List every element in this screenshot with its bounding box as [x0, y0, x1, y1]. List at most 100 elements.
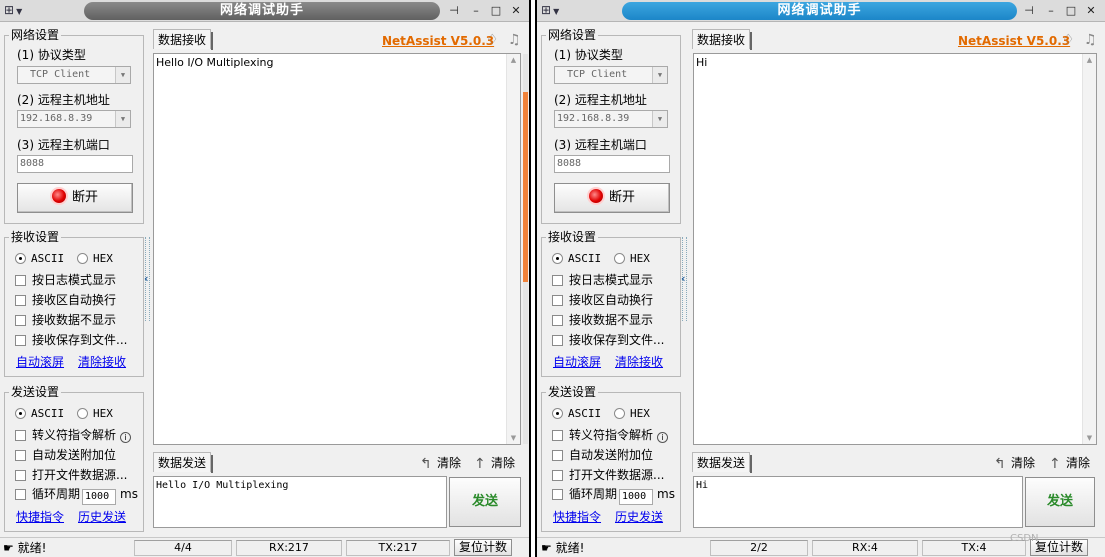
pin-icon[interactable]: ⊣: [1021, 3, 1037, 19]
maximize-icon[interactable]: □: [488, 3, 504, 19]
port-input[interactable]: 8088: [554, 155, 670, 173]
send-ascii-radio[interactable]: ASCII: [15, 407, 64, 421]
chevron-down-icon[interactable]: ▼: [652, 111, 667, 127]
send-ascii-radio[interactable]: ASCII: [552, 407, 601, 421]
append-bits-checkbox[interactable]: 自动发送附加位: [15, 448, 116, 462]
port-input[interactable]: 8088: [17, 155, 133, 173]
group-title: 网络设置: [9, 28, 62, 42]
escape-parse-checkbox[interactable]: 转义符指令解析 i: [15, 428, 132, 443]
info-icon[interactable]: i: [120, 432, 132, 443]
protocol-label: (1) 协议类型: [554, 48, 623, 62]
minimize-icon[interactable]: –: [1043, 3, 1059, 19]
window-title: 网络调试助手: [622, 2, 1017, 20]
app-icon[interactable]: ⊞ ▼: [541, 3, 565, 18]
host-value: 192.168.8.39: [557, 113, 630, 124]
clear-receive-link[interactable]: 清除接收: [78, 355, 126, 369]
send-button[interactable]: 发送: [449, 477, 521, 527]
send-hex-radio[interactable]: HEX: [614, 407, 650, 421]
protocol-select[interactable]: TCP Client ▼: [17, 66, 131, 84]
file-source-checkbox[interactable]: 打开文件数据源...: [552, 468, 664, 482]
info-icon[interactable]: i: [657, 432, 669, 443]
send-history-link[interactable]: 历史发送: [615, 510, 663, 524]
period-input[interactable]: 1000: [82, 489, 117, 505]
auto-scroll-link[interactable]: 自动滚屏: [16, 355, 64, 369]
brand-link[interactable]: NetAssist V5.0.3: [958, 34, 1070, 48]
minimize-icon[interactable]: –: [468, 3, 484, 19]
clear-send-button[interactable]: ↰ 清除: [420, 456, 461, 471]
app-icon[interactable]: ⊞ ▼: [4, 3, 28, 18]
tab-data-send[interactable]: 数据发送: [692, 452, 753, 473]
right-edge-scrollbar[interactable]: [523, 54, 528, 444]
close-icon[interactable]: ✕: [508, 3, 524, 19]
ms-unit: ms: [657, 487, 675, 501]
reset-count-button[interactable]: 复位计数: [454, 539, 512, 556]
clear-count-button[interactable]: ↑ 清除: [474, 456, 515, 471]
save-to-file-checkbox[interactable]: 接收保存到文件...: [552, 333, 664, 347]
protocol-value: TCP Client: [567, 69, 628, 80]
hide-recv-checkbox[interactable]: 接收数据不显示: [15, 313, 116, 327]
tab-data-receive[interactable]: 数据接收: [692, 29, 753, 50]
disconnect-button[interactable]: 断开: [554, 183, 670, 213]
reset-count-button[interactable]: 复位计数: [1030, 539, 1088, 556]
auto-wrap-checkbox[interactable]: 接收区自动换行: [552, 293, 653, 307]
recv-hex-radio[interactable]: HEX: [614, 252, 650, 266]
quick-commands-link[interactable]: 快捷指令: [553, 510, 601, 524]
chevron-down-icon[interactable]: ▼: [115, 67, 130, 83]
loop-period-checkbox[interactable]: 循环周期 1000 ms: [552, 487, 675, 505]
collapse-arrow-icon[interactable]: ‹: [144, 272, 149, 285]
group-title: 发送设置: [546, 385, 599, 399]
protocol-select[interactable]: TCP Client ▼: [554, 66, 668, 84]
network-settings-group: 网络设置 (1) 协议类型 TCP Client ▼ (2) 远程主机地址 192…: [4, 28, 144, 224]
quick-commands-link[interactable]: 快捷指令: [16, 510, 64, 524]
title-bar[interactable]: ⊞ ▼ 网络调试助手 ⊣ – □ ✕: [0, 0, 529, 22]
pin-icon[interactable]: ⊣: [446, 3, 462, 19]
escape-parse-checkbox[interactable]: 转义符指令解析 i: [552, 428, 669, 443]
chevron-down-icon[interactable]: ▼: [115, 111, 130, 127]
host-label: (2) 远程主机地址: [554, 93, 647, 107]
file-source-checkbox[interactable]: 打开文件数据源...: [15, 468, 127, 482]
gem-icon[interactable]: ♢: [486, 33, 499, 47]
hide-recv-checkbox[interactable]: 接收数据不显示: [552, 313, 653, 327]
tab-data-send[interactable]: 数据发送: [153, 452, 214, 473]
close-icon[interactable]: ✕: [1083, 3, 1099, 19]
recv-hex-radio[interactable]: HEX: [77, 252, 113, 266]
receive-textarea[interactable]: Hi: [693, 53, 1097, 445]
tab-data-receive[interactable]: 数据接收: [153, 29, 214, 50]
send-textarea[interactable]: Hi: [693, 476, 1023, 528]
send-button[interactable]: 发送: [1025, 477, 1095, 527]
bell-icon[interactable]: ♫: [508, 33, 521, 47]
period-input[interactable]: 1000: [619, 489, 654, 505]
window-separator: [529, 0, 537, 557]
auto-wrap-checkbox[interactable]: 接收区自动换行: [15, 293, 116, 307]
send-history-link[interactable]: 历史发送: [78, 510, 126, 524]
log-mode-checkbox[interactable]: 按日志模式显示: [552, 273, 653, 287]
send-hex-radio[interactable]: HEX: [77, 407, 113, 421]
title-bar[interactable]: ⊞ ▼ 网络调试助手 ⊣ – □ ✕: [537, 0, 1105, 22]
loop-period-checkbox[interactable]: 循环周期 1000 ms: [15, 487, 138, 505]
clear-send-button[interactable]: ↰ 清除: [994, 456, 1035, 471]
collapse-arrow-icon[interactable]: ‹: [681, 272, 686, 285]
chevron-down-icon[interactable]: ▼: [652, 67, 667, 83]
disconnect-button[interactable]: 断开: [17, 183, 133, 213]
gem-icon[interactable]: ♢: [1062, 33, 1075, 47]
log-mode-checkbox[interactable]: 按日志模式显示: [15, 273, 116, 287]
send-textarea[interactable]: Hello I/O Multiplexing: [153, 476, 447, 528]
led-icon: [51, 189, 66, 203]
save-to-file-checkbox[interactable]: 接收保存到文件...: [15, 333, 127, 347]
recv-ascii-radio[interactable]: ASCII: [552, 252, 601, 266]
bell-icon[interactable]: ♫: [1084, 33, 1097, 47]
clear-receive-link[interactable]: 清除接收: [615, 355, 663, 369]
host-select[interactable]: 192.168.8.39 ▼: [17, 110, 131, 128]
recv-ascii-radio[interactable]: ASCII: [15, 252, 64, 266]
receive-textarea[interactable]: Hello I/O Multiplexing: [153, 53, 521, 445]
maximize-icon[interactable]: □: [1063, 3, 1079, 19]
brand-link[interactable]: NetAssist V5.0.3: [382, 34, 494, 48]
receive-scrollbar[interactable]: ▲ ▼: [506, 54, 520, 444]
host-select[interactable]: 192.168.8.39 ▼: [554, 110, 668, 128]
receive-scrollbar[interactable]: ▲ ▼: [1082, 54, 1096, 444]
append-bits-checkbox[interactable]: 自动发送附加位: [552, 448, 653, 462]
clear-count-button[interactable]: ↑ 清除: [1049, 456, 1090, 471]
clear-count-icon: ↑: [474, 456, 486, 472]
auto-scroll-link[interactable]: 自动滚屏: [553, 355, 601, 369]
watermark: CSDN: [1010, 533, 1039, 544]
